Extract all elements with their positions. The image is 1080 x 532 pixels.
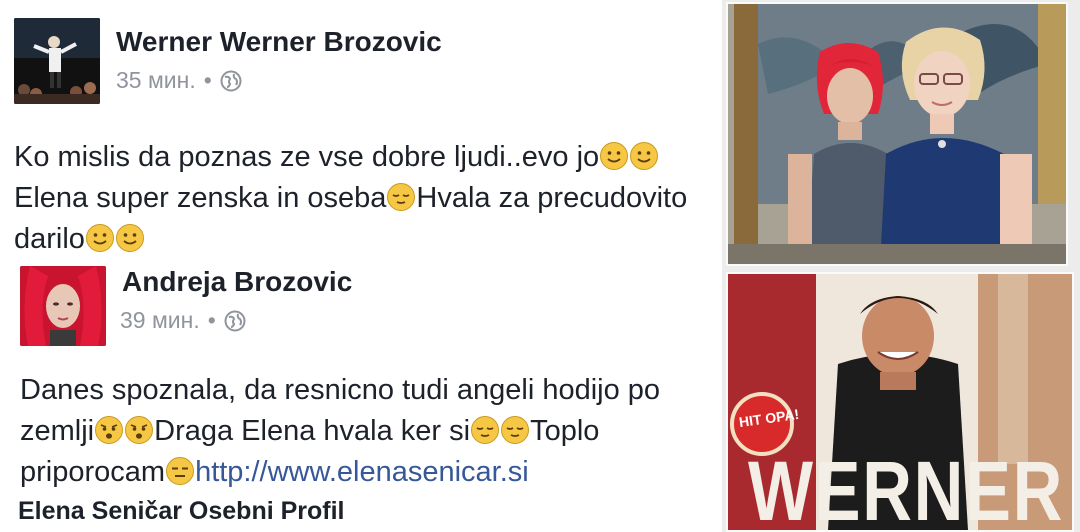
relieved-face-icon [501,416,530,444]
slightly-smiling-face-icon [630,142,659,170]
relieved-face-icon [471,416,500,444]
shared-timestamp[interactable]: 39 мин. [120,307,200,334]
post-line-2: Elena super zenska in oseba Hvala za prec… [14,182,688,214]
globe-icon [224,310,246,331]
shared-author-name[interactable]: Andreja Brozovic [122,266,352,298]
post-body: Ko mislis da poznas ze vse dobre ljudi..… [14,137,687,260]
avatar-werner[interactable] [14,18,100,104]
shared-line-1: Danes spoznala, da resnicno tudi angeli … [20,374,661,406]
globe-icon [220,70,242,91]
shared-meta: 39 мин. • [120,307,246,334]
photo-two-women[interactable] [726,2,1068,266]
post-author-name[interactable]: Werner Werner Brozovic [116,26,442,58]
post-line-3: darilo [14,219,687,260]
expressionless-face-icon [166,457,195,485]
meta-separator: • [207,307,216,333]
slightly-smiling-face-icon [115,224,144,252]
astonished-face-icon [125,416,154,444]
post-timestamp[interactable]: 35 мин. [116,67,196,94]
album-title: WERNER [748,444,1064,532]
shared-line-2: zemlji Draga Elena hvala ker si Toplo [20,415,600,447]
shared-body: Danes spoznala, da resnicno tudi angeli … [20,370,660,493]
post-meta: 35 мин. • [116,67,242,94]
shared-line-3: priporocam http://www.elenasenicar.si [20,456,529,488]
slightly-smiling-face-icon [85,224,114,252]
post-line-1: Ko mislis da poznas ze vse dobre ljudi..… [14,137,687,178]
relieved-face-icon [387,183,416,211]
shared-profile-name[interactable]: Elena Seničar Osebni Profil [18,497,345,526]
website-link[interactable]: http://www.elenasenicar.si [195,456,529,488]
slightly-smiling-face-icon [600,142,629,170]
astonished-face-icon [95,416,124,444]
meta-separator: • [203,67,212,93]
avatar-andreja[interactable] [20,266,106,346]
